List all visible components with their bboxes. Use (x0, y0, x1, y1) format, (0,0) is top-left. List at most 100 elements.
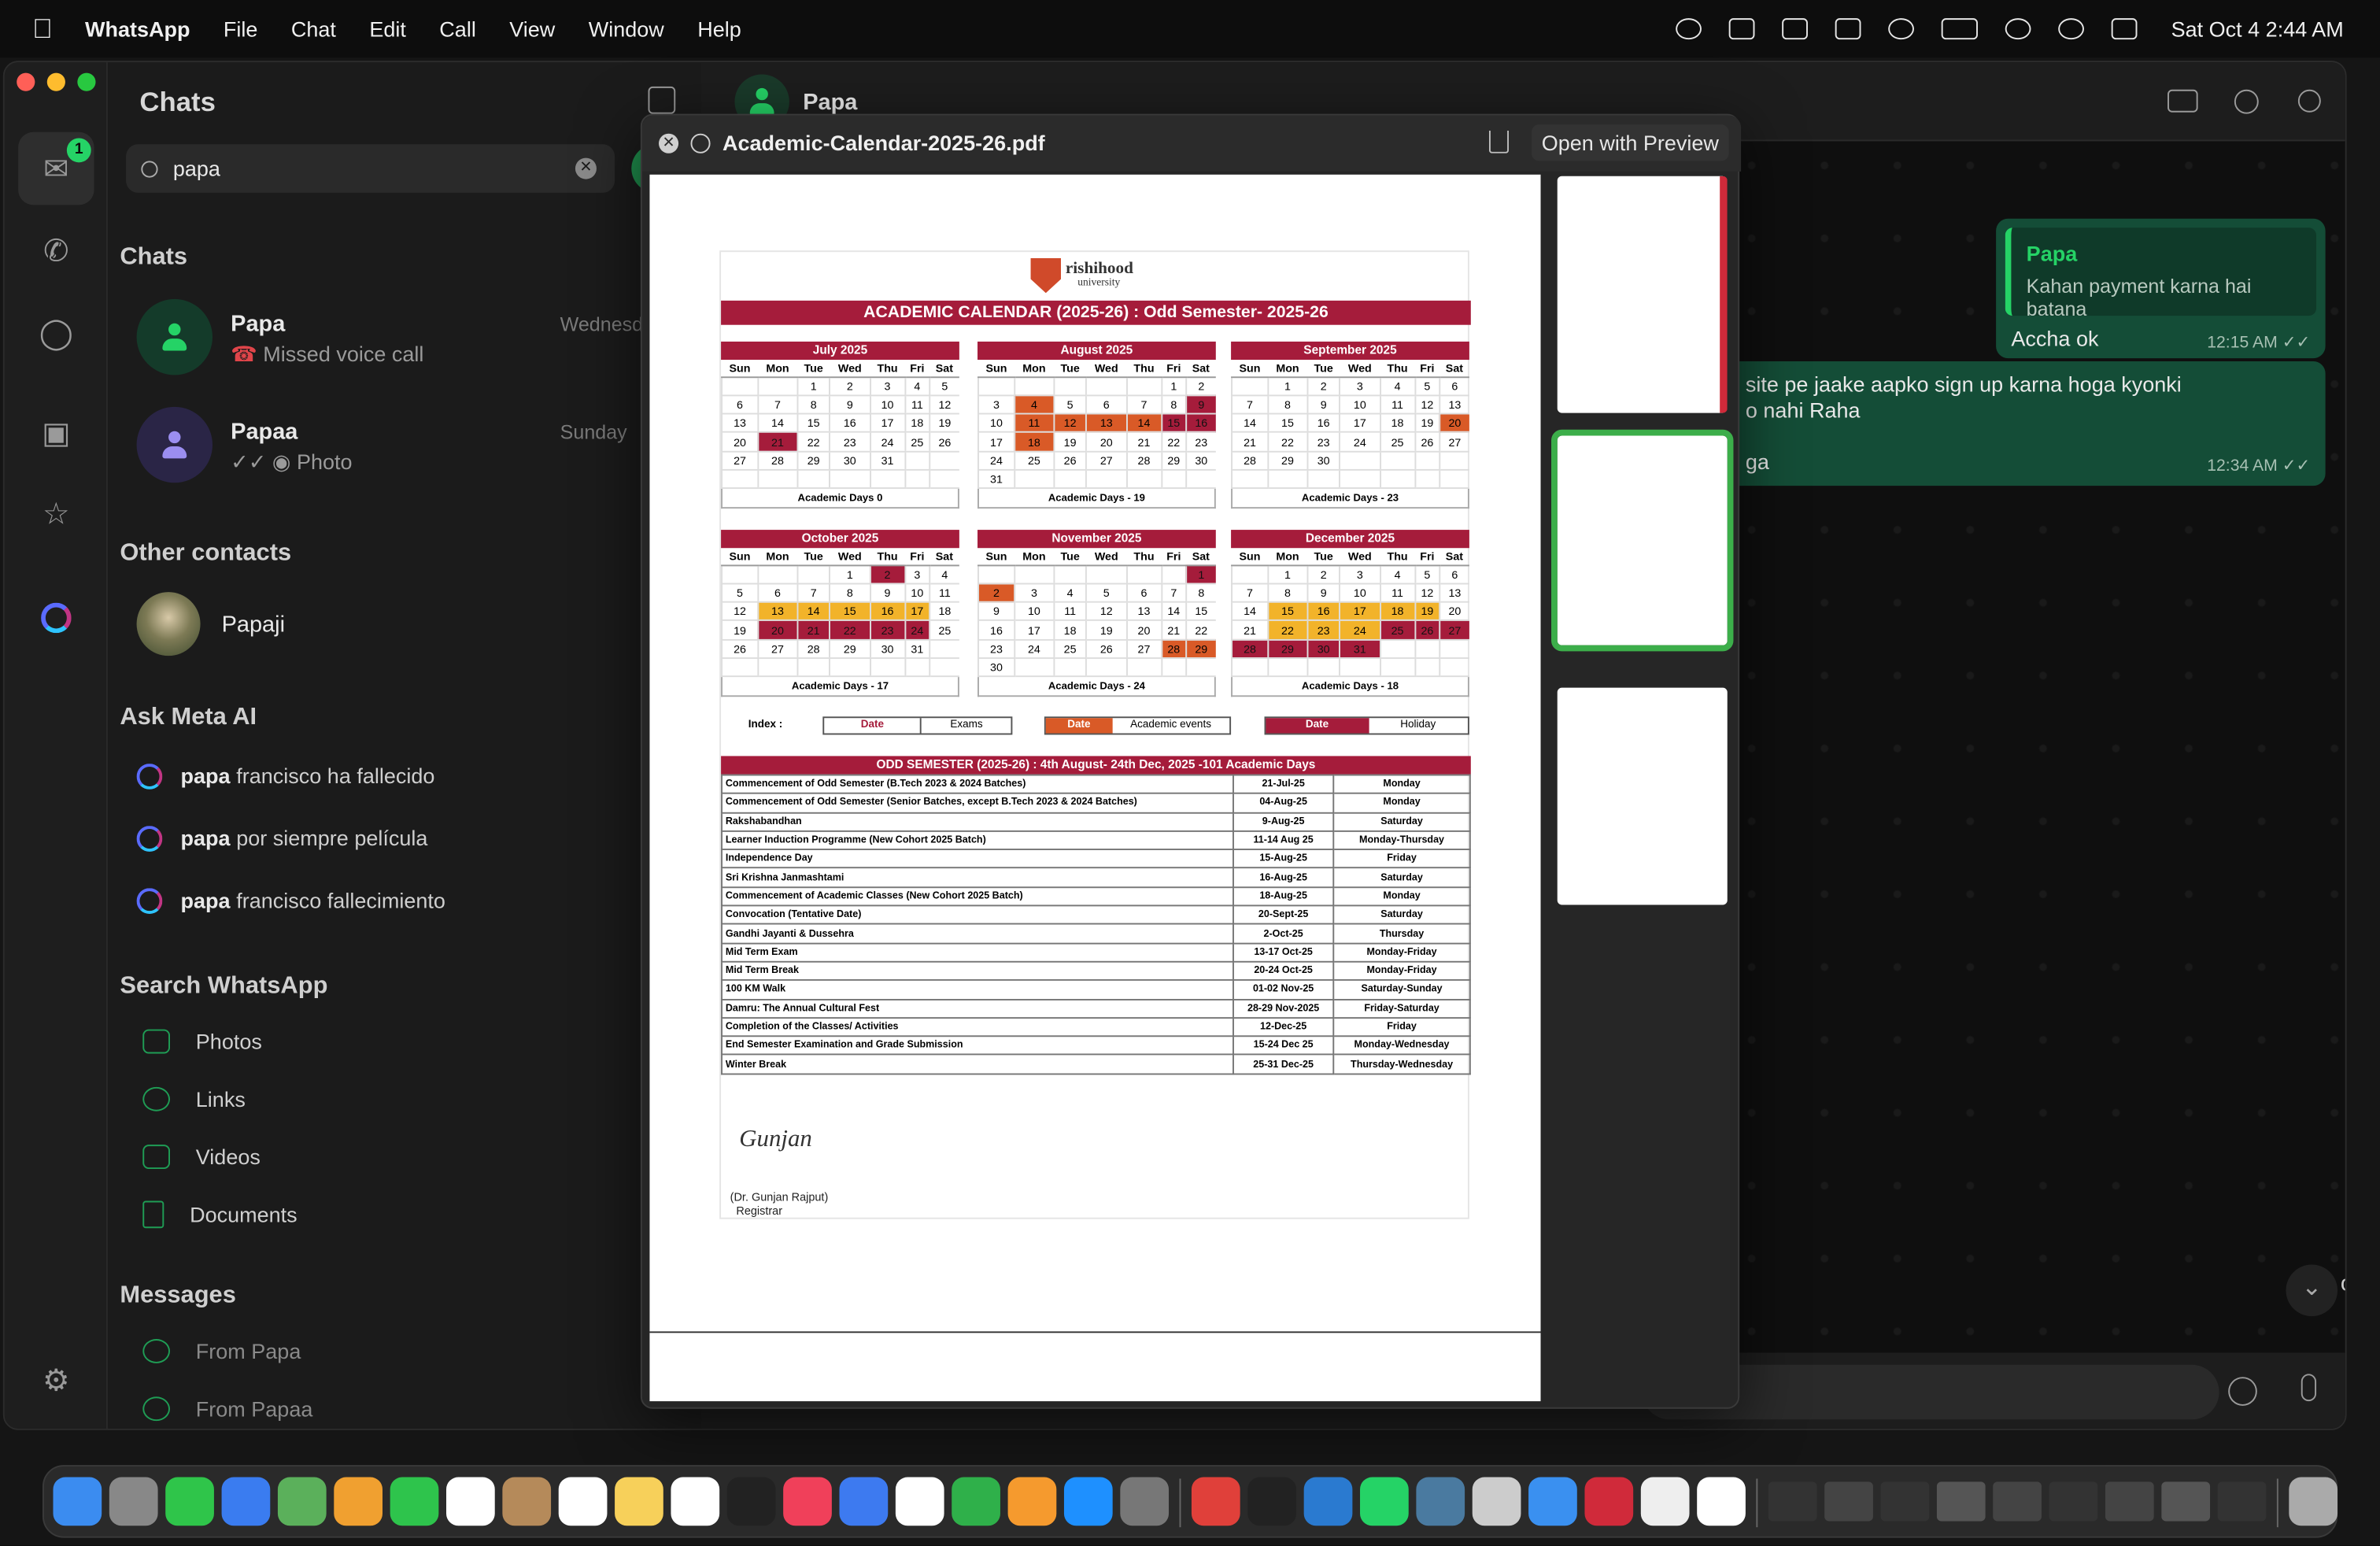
terminal-icon[interactable] (1247, 1477, 1297, 1526)
share-icon[interactable] (1488, 130, 1510, 153)
page-thumbnail-1[interactable] (1557, 176, 1728, 413)
meta-suggestion[interactable]: papa francisco ha fallecido (136, 757, 435, 793)
trash-icon[interactable] (2289, 1477, 2338, 1526)
minimize-window-button[interactable] (46, 72, 65, 91)
open-with-preview-button[interactable]: Open with Preview (1531, 124, 1729, 161)
chat-row-papaa[interactable]: Papaa ✓✓ ◉ Photo Sunday (136, 398, 699, 494)
app-icon[interactable] (1191, 1477, 1240, 1526)
window-thumbnail[interactable] (1993, 1481, 2042, 1522)
apple-tv-icon[interactable] (726, 1477, 776, 1526)
freeform-icon[interactable] (671, 1477, 720, 1526)
menu-call[interactable]: Call (439, 17, 476, 41)
new-chat-icon[interactable] (648, 86, 676, 114)
archived-tab-icon[interactable]: ▣ (29, 405, 83, 460)
window-thumbnail[interactable] (1768, 1481, 1817, 1522)
menu-edit[interactable]: Edit (369, 17, 406, 41)
control-center-icon[interactable] (2112, 18, 2138, 40)
menu-file[interactable]: File (224, 17, 258, 41)
play-icon[interactable] (1888, 18, 1915, 40)
messages-icon[interactable] (165, 1477, 214, 1526)
menu-help[interactable]: Help (697, 17, 741, 41)
microphone-icon[interactable] (2301, 1374, 2317, 1402)
fullscreen-icon[interactable] (690, 133, 711, 153)
pdf-icon[interactable] (1584, 1477, 1634, 1526)
whatsapp-icon[interactable] (1360, 1477, 1409, 1526)
chats-tab-icon[interactable]: ✉ 1 (18, 131, 94, 205)
preview-icon[interactable] (1472, 1477, 1521, 1526)
search-links[interactable]: Links (142, 1081, 246, 1117)
finder-icon[interactable] (53, 1477, 102, 1526)
vscode-icon[interactable] (1303, 1477, 1353, 1526)
window-thumbnail[interactable] (2049, 1481, 2098, 1522)
window-thumbnail[interactable] (2161, 1481, 2211, 1522)
notes-icon[interactable] (615, 1477, 663, 1526)
scroll-down-button[interactable]: ⌄ (2286, 1264, 2338, 1317)
safari-icon[interactable] (1528, 1477, 1577, 1526)
facetime-icon[interactable] (390, 1477, 439, 1526)
activity-icon[interactable] (1782, 18, 1809, 40)
message-result[interactable]: From Papa (142, 1333, 301, 1369)
emoji-icon[interactable] (2228, 1377, 2257, 1406)
message-bubble[interactable]: Papa Kahan payment karna hai batana Acch… (1996, 218, 2326, 359)
window-thumbnail[interactable] (1880, 1481, 1930, 1522)
meta-suggestion[interactable]: papa por siempre película (136, 819, 428, 856)
clear-search-icon[interactable]: ✕ (575, 157, 597, 179)
close-icon[interactable]: ✕ (659, 133, 679, 153)
music-icon[interactable] (783, 1477, 832, 1526)
chrome-icon[interactable] (895, 1477, 944, 1526)
menu-window[interactable]: Window (589, 17, 664, 41)
video-call-icon[interactable] (2168, 89, 2198, 113)
pdf-page[interactable]: rishihood university ACADEMIC CALENDAR (2… (649, 174, 1541, 1402)
apple-menu-icon[interactable]:  (0, 13, 85, 45)
app-icon[interactable] (1416, 1477, 1465, 1526)
keynote-icon[interactable] (839, 1477, 889, 1526)
calls-tab-icon[interactable]: ✆ (29, 224, 83, 278)
status-tab-icon[interactable]: ◯ (29, 305, 83, 360)
launchpad-icon[interactable] (109, 1477, 158, 1526)
settings-gear-icon[interactable]: ⚙ (29, 1352, 83, 1407)
window-thumbnail[interactable] (1824, 1481, 1873, 1522)
message-result[interactable]: From Papaa (142, 1391, 312, 1427)
contacts-icon[interactable] (502, 1477, 552, 1526)
voice-call-icon[interactable] (2234, 89, 2259, 114)
zoom-window-button[interactable] (77, 72, 96, 91)
numbers-icon[interactable] (952, 1477, 1000, 1526)
calendar-icon[interactable] (446, 1477, 495, 1526)
search-input[interactable]: papa ✕ (126, 144, 615, 193)
app-store-icon[interactable] (1063, 1477, 1113, 1526)
search-videos[interactable]: Videos (142, 1138, 261, 1174)
close-window-button[interactable] (17, 72, 35, 91)
system-settings-icon[interactable] (1120, 1477, 1170, 1526)
search-documents[interactable]: Documents (142, 1196, 298, 1233)
mail-icon[interactable] (221, 1477, 271, 1526)
menu-clock[interactable]: Sat Oct 4 2:44 AM (2171, 17, 2344, 41)
search-icon[interactable] (2297, 89, 2321, 113)
photos-icon[interactable] (334, 1477, 383, 1526)
contact-row-papaji[interactable]: Papaji (136, 579, 699, 675)
menu-chat[interactable]: Chat (291, 17, 336, 41)
maps-icon[interactable] (277, 1477, 327, 1526)
spotlight-search-icon[interactable] (2058, 18, 2085, 40)
reminders-icon[interactable] (558, 1477, 608, 1526)
page-thumbnail-3[interactable] (1557, 687, 1728, 905)
slack-icon[interactable] (1697, 1477, 1746, 1526)
search-photos[interactable]: Photos (142, 1023, 262, 1060)
window-thumbnail[interactable] (2105, 1481, 2154, 1522)
display-icon[interactable] (1835, 18, 1862, 40)
window-thumbnail[interactable] (2217, 1481, 2267, 1522)
window-thumbnail[interactable] (1936, 1481, 1986, 1522)
clock-icon[interactable] (1640, 1477, 1690, 1526)
extension-icon[interactable] (1676, 18, 1702, 40)
starred-tab-icon[interactable]: ☆ (29, 486, 83, 540)
battery-icon[interactable] (1942, 18, 1979, 40)
meta-ai-tab-icon[interactable] (29, 590, 83, 645)
stack-icon[interactable] (1729, 18, 1756, 40)
menu-app-name[interactable]: WhatsApp (85, 17, 190, 41)
chat-row-papa[interactable]: Papa ☎ Missed voice call Wednesday (136, 290, 699, 386)
quoted-message[interactable]: Papa Kahan payment karna hai batana (2005, 227, 2317, 320)
conversation-title[interactable]: Papa (803, 90, 857, 116)
page-thumbnail-2[interactable] (1551, 429, 1734, 652)
menu-view[interactable]: View (509, 17, 555, 41)
meta-suggestion[interactable]: papa francisco fallecimiento (136, 882, 445, 919)
pages-icon[interactable] (1007, 1477, 1057, 1526)
